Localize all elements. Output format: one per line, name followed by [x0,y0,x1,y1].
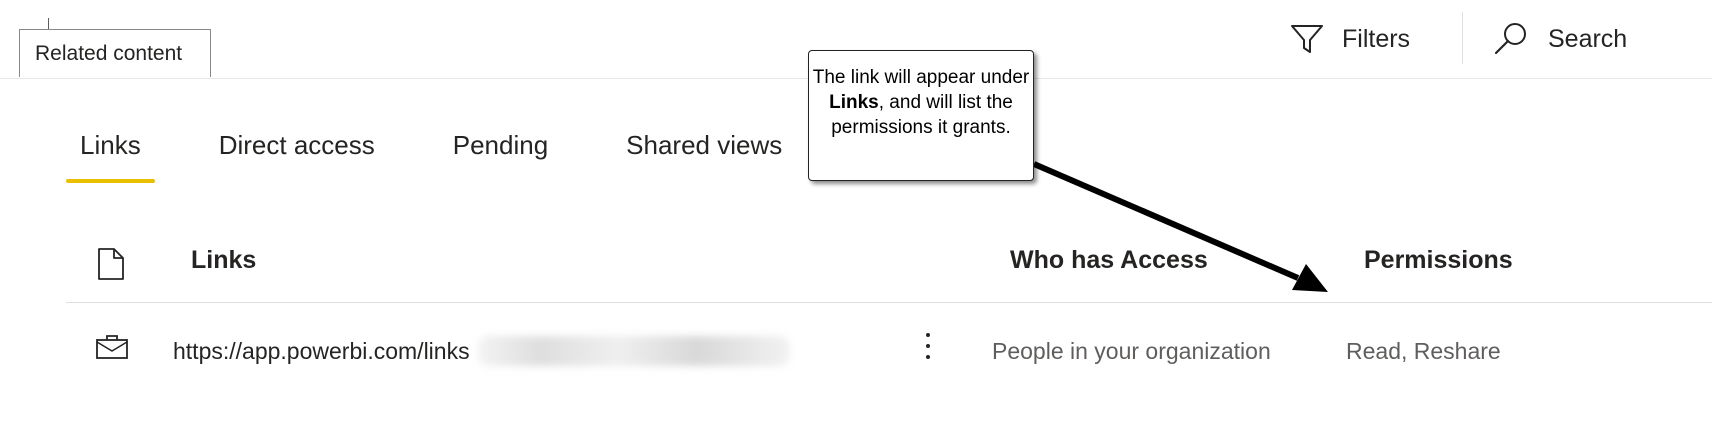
column-header-links[interactable]: Links [191,246,256,275]
more-options-button[interactable] [924,333,932,367]
callout-arrow [1032,161,1328,292]
column-header-permissions[interactable]: Permissions [1364,246,1513,275]
filters-label: Filters [1342,24,1411,53]
annotation-callout: The link will appear under Links, and wi… [808,50,1034,181]
callout-bold-links: Links [829,92,879,113]
search-button[interactable]: Search [1492,18,1627,60]
callout-text-1: The link will appear under [812,67,1030,88]
filters-button[interactable]: Filters [1290,18,1410,60]
sharing-tabs: Links Direct access Pending Shared views [66,126,846,183]
tab-pending[interactable]: Pending [439,126,562,161]
redacted-link-suffix [478,336,790,366]
tab-shared-views[interactable]: Shared views [612,126,796,161]
kebab-dot [926,355,930,359]
tab-links[interactable]: Links [66,126,155,183]
briefcase-icon [95,334,129,365]
filter-icon [1291,25,1323,53]
toolbar-divider [1462,12,1463,64]
permissions-value: Read, Reshare [1346,338,1501,364]
who-has-access-value: People in your organization [992,338,1271,364]
kebab-dot [926,333,930,337]
tab-direct-access[interactable]: Direct access [205,126,389,161]
document-icon [97,247,125,286]
header-row-divider [66,302,1712,303]
kebab-dot [926,344,930,348]
search-label: Search [1548,24,1628,53]
search-icon [1494,23,1526,55]
link-url[interactable]: https://app.powerbi.com/links [173,338,470,365]
related-content-tab[interactable]: Related content [19,29,211,77]
